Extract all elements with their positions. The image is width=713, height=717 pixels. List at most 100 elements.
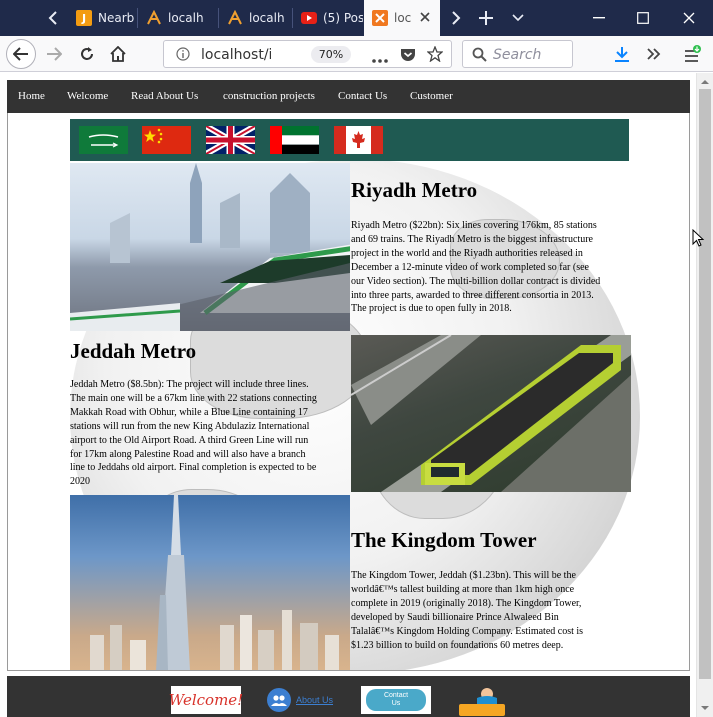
xampp-icon <box>146 10 162 26</box>
text-line: our Video section). The multi-billion do… <box>351 275 601 287</box>
nav-contact-us-link[interactable]: Contact Us <box>338 90 387 102</box>
overflow-menu-button[interactable] <box>640 39 668 69</box>
reload-button[interactable] <box>72 39 102 69</box>
text-line: 2020 <box>70 476 90 488</box>
main-menu-button[interactable] <box>679 39 707 69</box>
text-line: airport to the Old Airport Road. A third… <box>70 434 309 446</box>
tab-scroll-right-button[interactable] <box>441 0 471 36</box>
users-icon <box>267 688 291 712</box>
jeddah-metro-image <box>351 335 631 492</box>
text-line: developed by Saudi billionaire Prince Al… <box>351 611 559 623</box>
close-tab-icon[interactable] <box>418 10 432 27</box>
xampp-icon <box>372 10 388 26</box>
riyadh-metro-description: Riyadh Metro ($22bn): Six lines covering… <box>351 219 636 316</box>
navigation-toolbar: localhost/im 70% Search <box>0 36 713 72</box>
chevron-right-icon <box>452 11 461 25</box>
site-navbar: Home Welcome Read About Us construction … <box>7 80 690 113</box>
plus-icon <box>479 11 493 25</box>
tab-youtube[interactable]: (5) Pos <box>293 0 363 36</box>
nav-home-link[interactable]: Home <box>18 90 45 102</box>
reload-icon <box>81 47 93 60</box>
maximize-button[interactable] <box>621 0 665 36</box>
text-line: line to Jeddahs old airport. Final compl… <box>70 462 317 474</box>
text-line: project in the world and the Riyadh auth… <box>351 247 583 259</box>
text-line: worldâ€™s tallest building at more than … <box>351 583 575 595</box>
text-line: Jeddah Metro ($8.5bn): The project will … <box>70 379 309 390</box>
page-scrollbar[interactable] <box>696 73 713 717</box>
kingdom-tower-image <box>70 495 350 670</box>
text-line: December a 12-minute video of work compl… <box>351 261 589 273</box>
maximize-icon <box>637 12 649 24</box>
tab-list-button[interactable] <box>503 0 533 36</box>
j-icon: J <box>76 10 92 26</box>
scrollbar-thumb[interactable] <box>699 89 711 679</box>
about-us-link[interactable]: About Us <box>267 686 337 714</box>
content-area: Riyadh Metro Riyadh Metro ($22bn): Six l… <box>7 113 690 671</box>
nav-read-about-us-link[interactable]: Read About Us <box>131 90 198 102</box>
search-box[interactable]: Search <box>462 40 573 68</box>
title-bar: J Nearby localh localh (5) Pos loc <box>0 0 713 36</box>
url-text: localhost/im <box>201 47 271 63</box>
minimize-button[interactable] <box>577 0 621 36</box>
text-line: stations will run from the new King Abdu… <box>70 420 310 432</box>
info-icon[interactable] <box>176 47 190 64</box>
youtube-icon <box>301 10 317 26</box>
riyadh-metro-heading: Riyadh Metro <box>351 178 478 202</box>
tab-active[interactable]: loc <box>364 0 440 36</box>
uae-flag-icon[interactable] <box>270 126 319 154</box>
double-chevron-right-icon <box>647 48 661 60</box>
forward-button[interactable] <box>39 39 69 69</box>
tab-nearby[interactable]: J Nearby <box>68 0 134 36</box>
canada-flag-icon[interactable] <box>334 126 383 154</box>
bookmark-star-icon[interactable] <box>426 45 444 65</box>
scroll-up-icon[interactable] <box>697 75 713 89</box>
text-line: for 17km along Palestine Road and will a… <box>70 448 306 460</box>
text-line: The project is due to open fully in 2018… <box>351 303 512 315</box>
customer-icon[interactable] <box>457 686 507 716</box>
chevron-left-icon <box>48 11 57 25</box>
hamburger-icon <box>685 45 701 62</box>
downloads-button[interactable] <box>608 39 636 69</box>
search-placeholder: Search <box>493 47 542 63</box>
mouse-cursor-icon <box>692 229 705 247</box>
text-line: complete in 2019 (originally 2018). The … <box>351 597 582 609</box>
page-actions-icon[interactable] <box>372 52 388 66</box>
jeddah-metro-description: Jeddah Metro ($8.5bn): The project will … <box>70 378 352 489</box>
welcome-banner[interactable]: Welcome! <box>169 686 243 714</box>
site-footer: Welcome! About Us Contact Us <box>7 676 690 717</box>
china-flag-icon[interactable] <box>142 126 191 154</box>
close-window-button[interactable] <box>667 0 711 36</box>
flag-bar <box>70 119 629 161</box>
tab-localhost-1[interactable]: localh <box>138 0 215 36</box>
page-viewport: Home Welcome Read About Us construction … <box>0 73 696 717</box>
text-line: and 69 trains. The Riyadh Metro is the b… <box>351 233 593 245</box>
nav-construction-projects-link[interactable]: construction projects <box>223 90 315 102</box>
arrow-right-icon <box>47 47 62 61</box>
download-icon <box>615 47 629 62</box>
text-line: $1.23 billion to build on foundations 60… <box>351 639 564 651</box>
text-line: The main one will be a 67km line with 22… <box>70 392 317 404</box>
tab-scroll-left-button[interactable] <box>38 0 68 36</box>
jeddah-metro-heading: Jeddah Metro <box>70 339 197 363</box>
nav-welcome-link[interactable]: Welcome <box>67 90 108 102</box>
scroll-down-icon[interactable] <box>697 701 713 715</box>
pocket-icon[interactable] <box>400 47 416 65</box>
nav-customer-link[interactable]: Customer <box>410 90 453 102</box>
text-line: into three parts, awarded to three diffe… <box>351 289 594 301</box>
text-line: The Kingdom Tower, Jeddah ($1.23bn). Thi… <box>351 570 576 581</box>
minimize-icon <box>593 17 605 19</box>
contact-us-button[interactable]: Contact Us <box>361 686 431 714</box>
close-icon <box>683 12 695 24</box>
zoom-level-button[interactable]: 70% <box>311 46 351 63</box>
uk-flag-icon[interactable] <box>206 126 255 154</box>
text-line: Talalâ€™s Kingdom Holding Company. Estim… <box>351 625 584 637</box>
riyadh-metro-image <box>70 163 350 331</box>
text-line: Riyadh Metro ($22bn): Six lines covering… <box>351 220 597 231</box>
chevron-down-icon <box>512 14 524 22</box>
new-tab-button[interactable] <box>471 0 501 36</box>
home-button[interactable] <box>103 39 133 69</box>
address-bar[interactable]: localhost/im 70% <box>163 40 452 68</box>
saudi-arabia-flag-icon[interactable] <box>79 126 128 154</box>
back-button[interactable] <box>6 39 36 69</box>
tab-localhost-2[interactable]: localh <box>219 0 289 36</box>
